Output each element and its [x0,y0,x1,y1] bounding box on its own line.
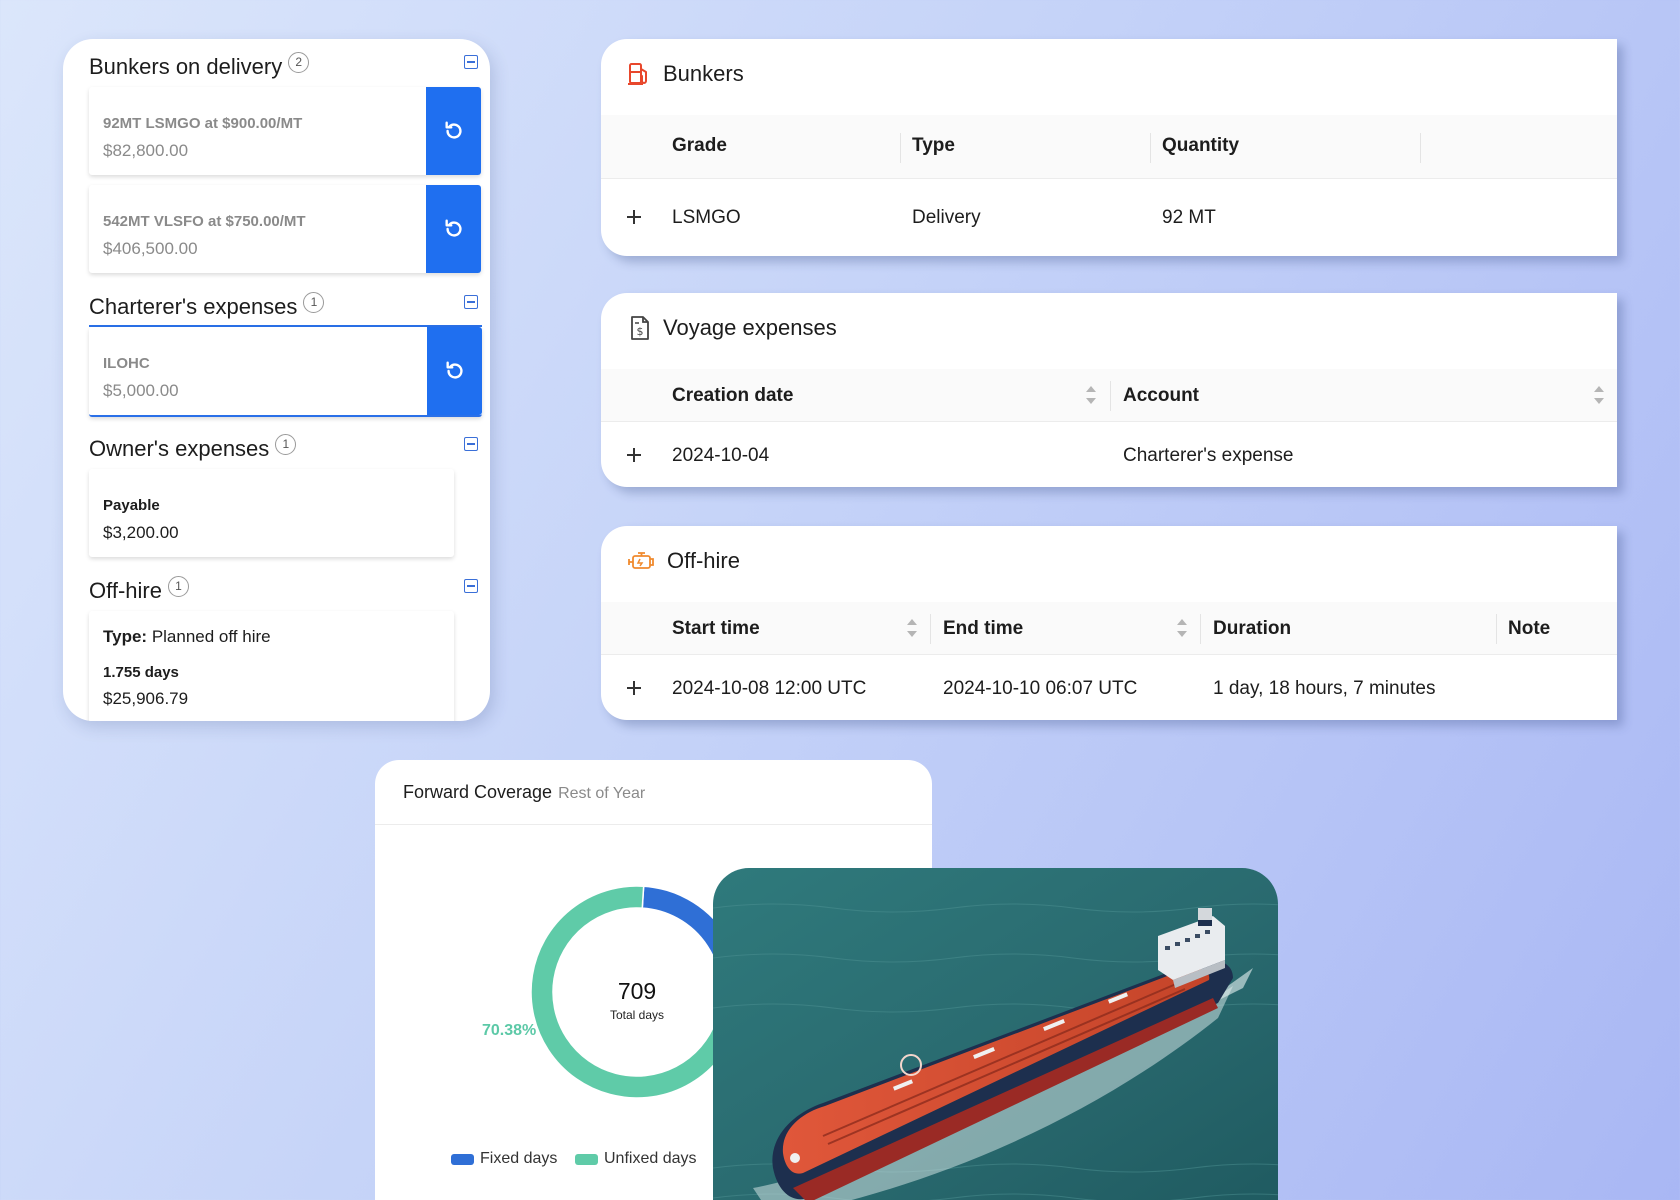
summary-panel: Bunkers on delivery 2 92MT LSMGO at $900… [63,39,490,721]
sort-icon[interactable] [1086,386,1096,404]
collapse-icon[interactable] [464,437,478,451]
tanker-ship-image [713,868,1278,1200]
expense-status: Payable [103,497,160,514]
off-hire-table-panel: Off-hire Start time End time Duration No… [601,526,1617,720]
bunker-amount: $406,500.00 [103,239,198,258]
cell-type: Delivery [912,207,981,228]
svg-text:$: $ [637,325,644,338]
column-divider [1110,381,1111,411]
count-badge: 1 [303,291,325,313]
expand-row-icon[interactable] [627,210,641,224]
cell-quantity: 92 MT [1162,207,1216,228]
section-title: Bunkers on delivery [89,54,283,79]
panel-title: Off-hire [627,548,740,574]
type-value: Planned off hire [151,627,271,646]
panel-title-text: Voyage expenses [663,315,837,340]
sort-icon[interactable] [1594,386,1604,404]
count-badge: 1 [167,575,189,597]
off-hire-type: Type: Planned off hire [103,627,271,647]
panel-title: Bunkers [627,61,744,87]
section-title: Owner's expenses [89,436,270,461]
table-header: Creation date Account [601,369,1617,422]
table-header: Start time End time Duration Note [601,602,1617,655]
count-badge: 1 [275,433,297,455]
column-header-end-time[interactable]: End time [943,618,1023,640]
legend-label: Fixed days [480,1150,558,1167]
owners-expenses-header: Owner's expenses 1 [89,433,297,462]
column-divider [1420,133,1421,163]
reload-icon [444,121,462,139]
panel-title: $ Voyage expenses [627,315,837,341]
off-hire-amount: $25,906.79 [103,689,189,708]
column-header-quantity[interactable]: Quantity [1162,135,1239,157]
reload-icon [445,361,463,379]
donut-total: 709 [617,978,657,1004]
column-header-creation-date[interactable]: Creation date [672,385,793,407]
legend-swatch [575,1153,598,1165]
column-divider [1200,614,1201,644]
cell-account: Charterer's expense [1123,445,1294,466]
reload-button[interactable] [426,87,481,175]
reload-button[interactable] [427,327,482,415]
tanker-ship-photo [713,868,1278,1200]
sort-icon[interactable] [1177,619,1187,637]
cell-creation-date: 2024-10-04 [672,445,770,466]
bunker-description: 542MT VLSFO at $750.00/MT [103,213,306,230]
column-divider [1150,133,1151,163]
column-divider [900,133,901,163]
legend-label: Unfixed days [604,1150,697,1167]
column-divider [930,614,931,644]
bunker-delivery-card[interactable]: 92MT LSMGO at $900.00/MT $82,800.00 [89,87,481,175]
expense-amount: $3,200.00 [103,523,179,542]
expense-description: ILOHC [103,355,150,372]
fuel-pump-icon [628,63,647,85]
expense-amount: $5,000.00 [103,381,179,400]
charterers-expenses-header: Charterer's expenses 1 [89,291,325,320]
column-header-note[interactable]: Note [1508,618,1550,640]
expand-row-icon[interactable] [627,681,641,695]
legend-item-unfixed[interactable]: Unfixed days [575,1150,697,1168]
unfixed-percent-label: 70.38% [482,1022,537,1039]
bunker-amount: $82,800.00 [103,141,189,160]
collapse-icon[interactable] [464,55,478,69]
collapse-icon[interactable] [464,295,478,309]
cell-start-time: 2024-10-08 12:00 UTC [672,678,867,699]
reload-button[interactable] [426,185,481,273]
donut-total-label: Total days [609,1008,665,1022]
owner-expense-card[interactable]: Payable $3,200.00 [89,469,454,557]
legend-swatch [451,1153,474,1165]
column-header-account[interactable]: Account [1123,385,1199,407]
charterer-expense-card[interactable]: ILOHC $5,000.00 [89,327,482,417]
bunker-delivery-card[interactable]: 542MT VLSFO at $750.00/MT $406,500.00 [89,185,481,273]
off-hire-card[interactable]: Type: Planned off hire 1.755 days $25,90… [89,611,454,721]
section-title: Off-hire [89,578,162,603]
sort-icon[interactable] [907,619,917,637]
engine-icon [628,552,654,569]
reload-icon [444,219,462,237]
voyage-expenses-table-panel: $ Voyage expenses Creation date Account … [601,293,1617,487]
bunkers-on-delivery-header: Bunkers on delivery 2 [89,51,310,80]
collapse-icon[interactable] [464,579,478,593]
cell-grade: LSMGO [672,207,741,228]
off-hire-days: 1.755 days [103,664,179,681]
cell-duration: 1 day, 18 hours, 7 minutes [1213,678,1436,699]
panel-title-text: Off-hire [667,548,740,573]
column-header-grade[interactable]: Grade [672,135,727,157]
count-badge: 2 [288,51,310,73]
column-header-duration[interactable]: Duration [1213,618,1291,640]
bunkers-table-panel: Bunkers Grade Type Quantity LSMGO Delive… [601,39,1617,256]
bunker-description: 92MT LSMGO at $900.00/MT [103,115,303,132]
column-header-type[interactable]: Type [912,135,955,157]
expand-row-icon[interactable] [627,448,641,462]
legend-item-fixed[interactable]: Fixed days [451,1150,557,1168]
section-title: Charterer's expenses [89,294,298,319]
type-label: Type: [103,627,148,646]
column-divider [1496,614,1497,644]
column-header-start-time[interactable]: Start time [672,618,760,640]
table-header: Grade Type Quantity [601,115,1617,179]
off-hire-header: Off-hire 1 [89,575,189,604]
cell-end-time: 2024-10-10 06:07 UTC [943,678,1138,699]
invoice-dollar-icon: $ [631,316,649,340]
panel-title-text: Bunkers [663,61,744,86]
